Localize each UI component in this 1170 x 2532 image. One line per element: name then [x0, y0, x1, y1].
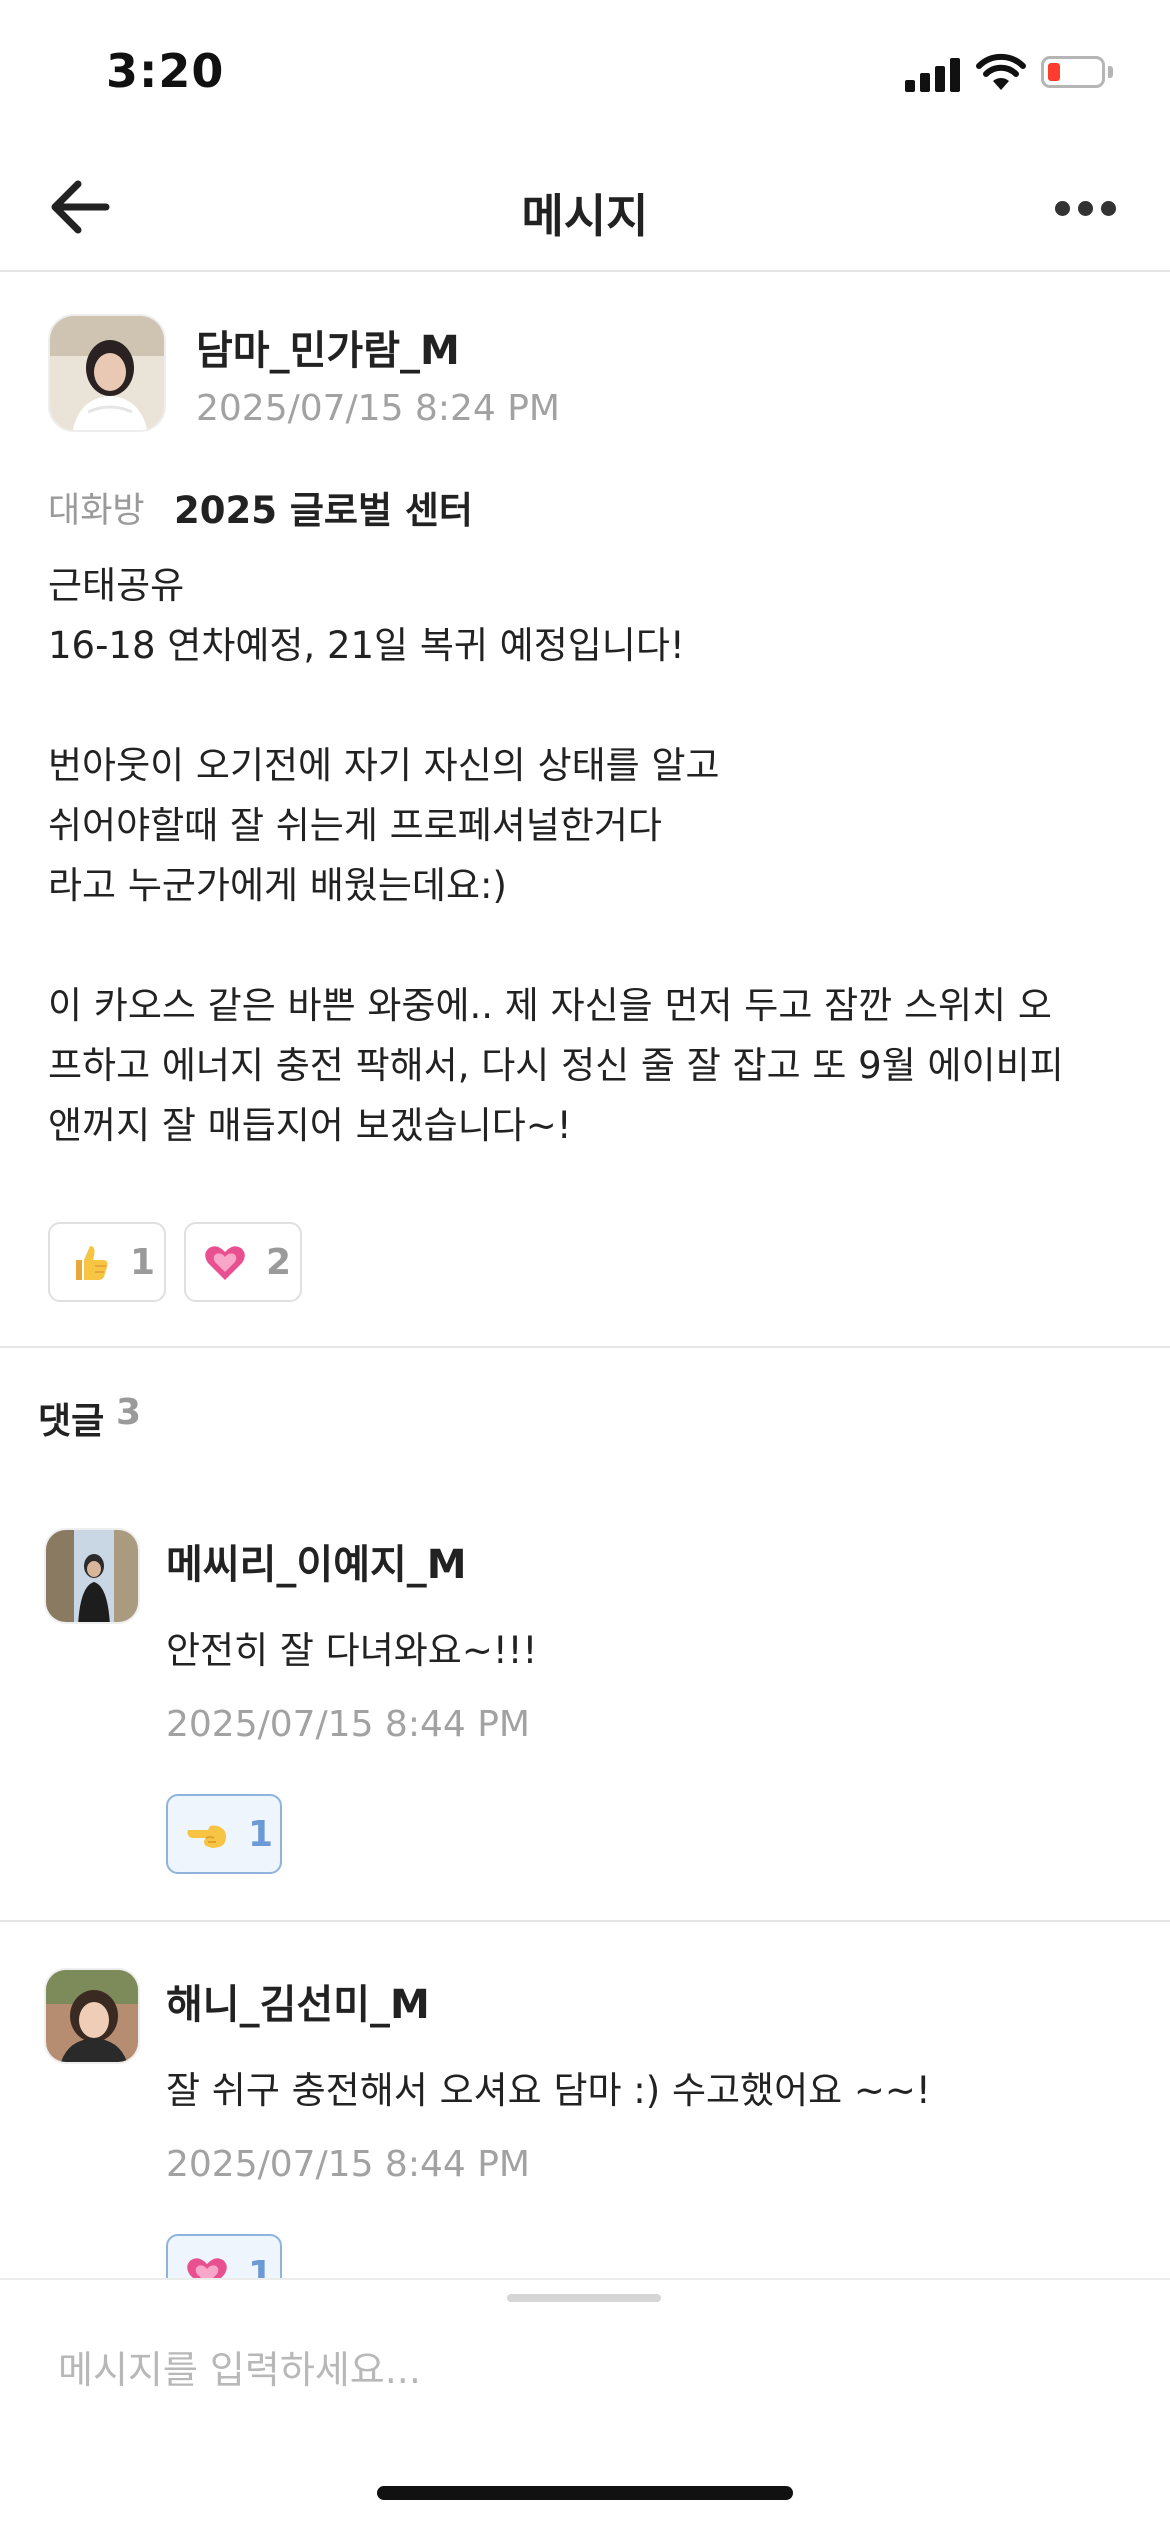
post-body: 근태공유 16-18 연차예정, 21일 복귀 예정입니다! 번아웃이 오기전에…	[48, 564, 1064, 1147]
comment-divider	[0, 1920, 1170, 1922]
reaction-count: 1	[130, 1242, 156, 1283]
comment-reaction[interactable]: 1	[166, 1794, 282, 1874]
comment-avatar[interactable]	[44, 1968, 140, 2064]
battery-tip	[1108, 66, 1113, 78]
message-input[interactable]	[58, 2340, 1118, 2400]
page-title: 메시지	[521, 189, 649, 243]
comment-timestamp: 2025/07/15 8:44 PM	[166, 1704, 530, 1745]
comment-avatar[interactable]	[44, 1528, 140, 1624]
comment-text: 안전히 잘 다녀와요~!!!	[166, 1629, 538, 1672]
comment-timestamp: 2025/07/15 8:44 PM	[166, 2144, 530, 2185]
nav-bar: 메시지	[0, 150, 1170, 272]
thumbs-up-icon	[76, 1246, 108, 1280]
comment-author[interactable]: 해니_김선미_M	[166, 1972, 430, 2030]
reaction-thumbs-up[interactable]: 1	[48, 1222, 166, 1302]
status-time: 3:20	[106, 44, 225, 98]
comments-count: 3	[116, 1392, 142, 1433]
heart-icon	[205, 1246, 245, 1280]
comment-author[interactable]: 메씨리_이예지_M	[166, 1532, 467, 1590]
home-indicator[interactable]	[377, 2486, 793, 2500]
room-label: 대화방	[48, 491, 145, 531]
author-name[interactable]: 담마_민가람_M	[196, 318, 460, 376]
reaction-count: 1	[248, 1814, 274, 1855]
battery-icon	[1041, 56, 1105, 88]
reaction-count: 2	[266, 1242, 292, 1283]
status-bar: 3:20	[0, 0, 1170, 150]
reaction-heart[interactable]: 2	[184, 1222, 302, 1302]
comments-label: 댓글	[38, 1401, 105, 1442]
comment-text: 잘 쉬구 충전해서 오셔요 담마 :) 수고했어요 ~~!	[166, 2069, 931, 2112]
cellular-signal-icon	[905, 58, 961, 92]
pointing-left-icon	[187, 1825, 226, 1848]
more-options-icon[interactable]	[1050, 192, 1120, 222]
post-timestamp: 2025/07/15 8:24 PM	[196, 388, 560, 429]
section-divider	[0, 1346, 1170, 1348]
sheet-grabber[interactable]	[507, 2294, 661, 2302]
author-avatar[interactable]	[48, 314, 166, 432]
room-name[interactable]: 2025 글로벌 센터	[174, 480, 473, 534]
wifi-icon	[976, 53, 1026, 90]
